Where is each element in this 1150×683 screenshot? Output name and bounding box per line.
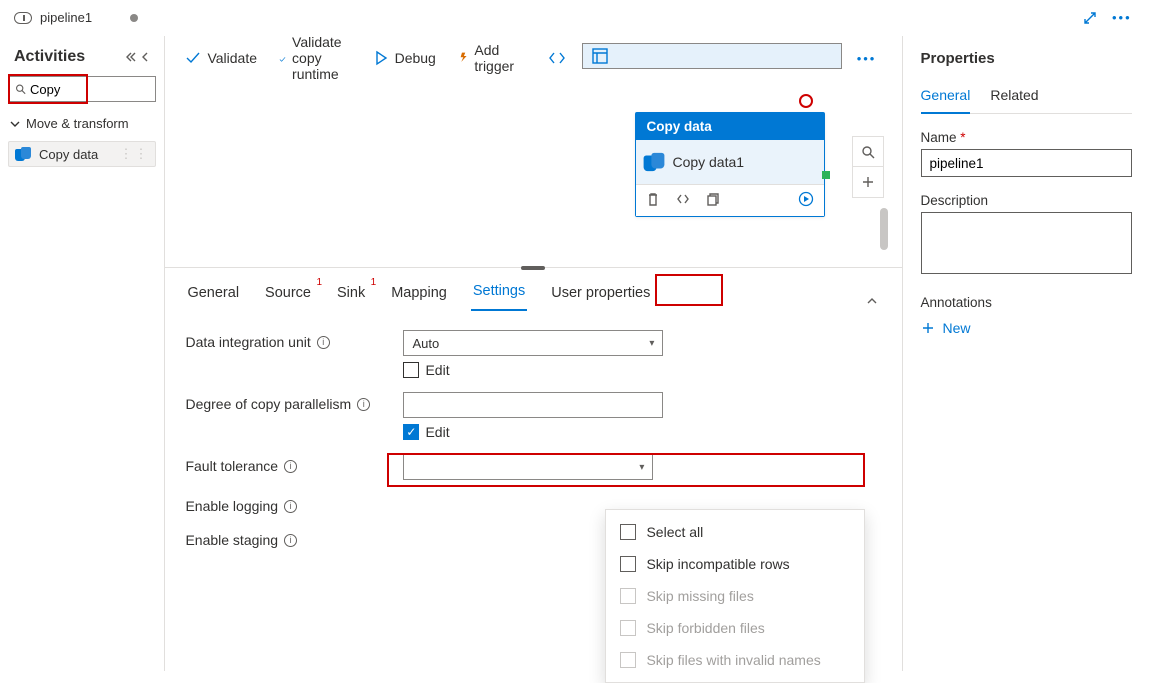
- canvas-search-icon[interactable]: [853, 137, 883, 167]
- fault-option-skip-invalid: Skip files with invalid names: [606, 644, 864, 676]
- activity-item-copy-data[interactable]: Copy data ⋮⋮: [8, 141, 156, 167]
- code-view-icon[interactable]: [542, 43, 572, 73]
- tab-source[interactable]: Source1: [263, 279, 313, 311]
- properties-panel: Properties General Related Name * Descri…: [902, 36, 1150, 671]
- activities-panel: Activities Move & transform Copy data ⋮⋮: [0, 36, 164, 671]
- pipeline-canvas[interactable]: Copy data Copy data1: [165, 80, 901, 268]
- properties-panel-toggle-icon[interactable]: [582, 43, 842, 69]
- checkbox-icon: [620, 556, 636, 572]
- checkbox-icon: [620, 652, 636, 668]
- parallelism-input[interactable]: [403, 392, 663, 418]
- fault-option-skip-missing: Skip missing files: [606, 580, 864, 612]
- badge-required: 1: [316, 277, 322, 288]
- name-input[interactable]: [921, 149, 1132, 177]
- fault-option-skip-incompatible[interactable]: Skip incompatible rows: [606, 548, 864, 580]
- annotations-label: Annotations: [921, 295, 1132, 310]
- title-bar-actions: •••: [1082, 10, 1150, 26]
- diu-edit-checkbox[interactable]: Edit: [403, 362, 663, 378]
- plus-icon: [921, 321, 935, 335]
- parallelism-edit-checkbox[interactable]: ✓Edit: [403, 424, 663, 440]
- badge-required: 1: [371, 277, 377, 288]
- properties-tab-related[interactable]: Related: [990, 81, 1038, 113]
- info-icon[interactable]: i: [284, 460, 297, 473]
- canvas-scrollbar[interactable]: [880, 208, 888, 250]
- tab-settings[interactable]: Settings: [471, 277, 527, 311]
- canvas-tools: [852, 136, 884, 198]
- info-icon[interactable]: i: [317, 336, 330, 349]
- pipeline-tab[interactable]: pipeline1: [0, 0, 152, 35]
- node-delete-icon[interactable]: [646, 192, 660, 209]
- add-annotation-button[interactable]: New: [921, 320, 1132, 336]
- modified-dot-icon: [130, 14, 138, 22]
- node-clone-icon[interactable]: [706, 192, 720, 209]
- activities-search-input[interactable]: [26, 81, 149, 98]
- more-icon[interactable]: •••: [1112, 10, 1128, 26]
- tab-user-properties[interactable]: User properties: [549, 279, 652, 311]
- drag-grip-icon: ⋮⋮: [119, 146, 149, 162]
- chevron-down-icon: ▾: [639, 462, 644, 473]
- copy-data-node[interactable]: Copy data Copy data1: [635, 112, 825, 217]
- enable-staging-label: Enable staging: [185, 532, 278, 548]
- activities-title: Activities: [14, 48, 85, 66]
- fault-option-skip-forbidden: Skip forbidden files: [606, 612, 864, 644]
- detail-tabs: General Source1 Sink1 Mapping Settings U…: [165, 268, 901, 312]
- diu-label: Data integration unit: [185, 334, 310, 350]
- copy-data-icon: [15, 147, 31, 161]
- properties-tab-general[interactable]: General: [921, 81, 971, 114]
- properties-title: Properties: [921, 50, 1132, 67]
- chevron-down-icon: [10, 119, 20, 129]
- panel-resize-handle[interactable]: [521, 266, 545, 270]
- fault-tolerance-label: Fault tolerance: [185, 458, 278, 474]
- add-trigger-button[interactable]: Add trigger: [458, 42, 520, 74]
- info-icon[interactable]: i: [284, 500, 297, 513]
- pipeline-icon: [14, 12, 32, 24]
- checkbox-icon: [620, 588, 636, 604]
- checkbox-icon: [620, 620, 636, 636]
- canvas-add-icon[interactable]: [853, 167, 883, 197]
- toolbar-more-icon[interactable]: •••: [852, 43, 882, 73]
- checkbox-checked-icon: ✓: [403, 424, 419, 440]
- expand-icon[interactable]: [1082, 10, 1098, 26]
- name-label: Name: [921, 130, 957, 145]
- copy-data-icon: [644, 153, 665, 171]
- collapse-double-icon[interactable]: [124, 51, 136, 63]
- description-label: Description: [921, 193, 989, 208]
- node-name-label: Copy data1: [672, 154, 744, 170]
- collapse-single-icon[interactable]: [140, 51, 150, 63]
- validation-indicator-icon: [799, 94, 813, 108]
- title-bar: pipeline1 •••: [0, 0, 1150, 36]
- activities-group-label: Move & transform: [26, 116, 129, 131]
- activities-search[interactable]: [8, 76, 156, 102]
- parallelism-label: Degree of copy parallelism: [185, 396, 351, 412]
- tab-general[interactable]: General: [185, 279, 241, 311]
- info-icon[interactable]: i: [284, 534, 297, 547]
- description-textarea[interactable]: [921, 212, 1132, 274]
- search-icon: [15, 83, 26, 95]
- tab-sink[interactable]: Sink1: [335, 279, 367, 311]
- activities-group-header[interactable]: Move & transform: [8, 112, 156, 135]
- checkbox-icon: [403, 362, 419, 378]
- node-run-icon[interactable]: [798, 191, 814, 210]
- tab-mapping[interactable]: Mapping: [389, 279, 449, 311]
- fault-tolerance-dropdown: Select all Skip incompatible rows Skip m…: [605, 509, 865, 683]
- node-code-icon[interactable]: [676, 192, 690, 209]
- diu-select[interactable]: Auto▾: [403, 330, 663, 356]
- required-asterisk: *: [960, 130, 965, 145]
- pipeline-tab-title: pipeline1: [40, 10, 92, 25]
- validate-copy-runtime-button[interactable]: Validate copy runtime: [279, 34, 351, 82]
- collapse-details-icon[interactable]: [862, 294, 882, 311]
- chevron-down-icon: ▾: [649, 338, 654, 349]
- pipeline-toolbar: Validate Validate copy runtime Debug Add…: [165, 36, 901, 80]
- fault-tolerance-select[interactable]: ▾: [403, 454, 653, 480]
- checkbox-icon: [620, 524, 636, 540]
- fault-option-select-all[interactable]: Select all: [606, 516, 864, 548]
- activity-item-label: Copy data: [39, 147, 98, 162]
- node-type-label: Copy data: [646, 119, 711, 134]
- validate-button[interactable]: Validate: [185, 50, 257, 66]
- output-port[interactable]: [822, 171, 830, 179]
- enable-logging-label: Enable logging: [185, 498, 278, 514]
- info-icon[interactable]: i: [357, 398, 370, 411]
- debug-button[interactable]: Debug: [373, 50, 436, 66]
